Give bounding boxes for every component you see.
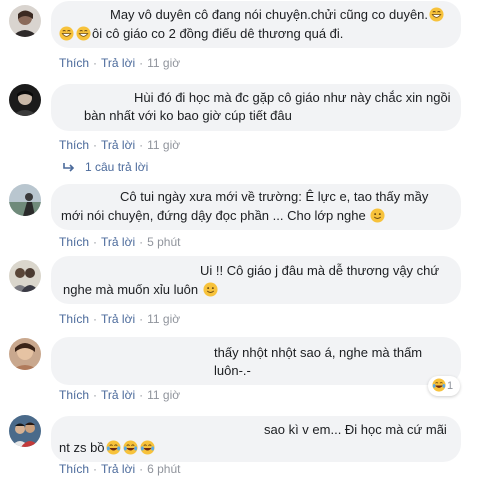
timestamp[interactable]: 11 giờ xyxy=(147,312,180,326)
comment-text: mới nói chuyện, đứng dậy đọc phần ... Ch… xyxy=(61,208,366,223)
comment-bubble: sao kì v em... Đi học mà cứ mãi nt zs bồ xyxy=(51,416,461,462)
like-link[interactable]: Thích xyxy=(59,388,89,402)
comment-text: Ui !! Cô giáo j đâu mà dễ thương vậy chứ xyxy=(200,263,440,278)
reply-link[interactable]: Trả lời xyxy=(101,388,135,402)
grinning-sweat-emoji-icon xyxy=(59,26,74,41)
comment-text: Cô tui ngày xưa mới về trường: Ê lực e, … xyxy=(120,189,429,204)
comment-bubble: Ui !! Cô giáo j đâu mà dễ thương vậy chứ… xyxy=(51,256,461,304)
reaction-count: 1 xyxy=(447,380,454,392)
like-link[interactable]: Thích xyxy=(59,312,89,326)
comment-bubble: thấy nhột nhột sao á, nghe mà thấm luôn-… xyxy=(51,337,461,385)
comment-text: nt zs bồ xyxy=(59,440,105,455)
comment-text: ôi cô giáo co 2 đồng điếu dê thương quá … xyxy=(92,26,344,41)
avatar[interactable] xyxy=(9,338,41,370)
comment-bubble: Cô tui ngày xưa mới về trường: Ê lực e, … xyxy=(51,184,461,230)
timestamp[interactable]: 11 giờ xyxy=(147,138,180,152)
comment-text: thấy nhột nhột sao á, nghe mà thấm xyxy=(214,345,423,360)
reply-link[interactable]: Trả lời xyxy=(101,312,135,326)
like-link[interactable]: Thích xyxy=(59,138,89,152)
tears-of-joy-emoji-icon xyxy=(140,440,155,455)
tears-of-joy-emoji-icon xyxy=(123,440,138,455)
comment-bubble: Hùi đó đi học mà đc gặp cô giáo như này … xyxy=(51,84,461,131)
timestamp[interactable]: 6 phút xyxy=(147,462,180,476)
timestamp[interactable]: 11 giờ xyxy=(147,56,180,70)
grinning-sweat-emoji-icon xyxy=(429,7,444,22)
reply-link[interactable]: Trả lời xyxy=(101,462,135,476)
smiling-emoji-icon xyxy=(203,282,218,297)
tears-of-joy-emoji-icon xyxy=(432,378,446,392)
comment-text: bàn nhất với ko bao giờ cúp tiết đâu xyxy=(84,108,292,123)
grinning-sweat-emoji-icon xyxy=(76,26,91,41)
comment-actions: Thích · Trả lời · 11 giờ xyxy=(59,312,181,326)
avatar[interactable] xyxy=(9,260,41,292)
like-link[interactable]: Thích xyxy=(59,235,89,249)
reply-link[interactable]: Trả lời xyxy=(101,56,135,70)
comment-actions: Thích · Trả lời · 11 giờ xyxy=(59,388,181,402)
avatar[interactable] xyxy=(9,84,41,116)
avatar[interactable] xyxy=(9,184,41,216)
comment-bubble: May vô duyên cô đang nói chuyện.chửi cũn… xyxy=(51,1,461,48)
comment-text: luôn-.- xyxy=(214,363,251,378)
avatar[interactable] xyxy=(9,5,41,37)
reply-link[interactable]: Trả lời xyxy=(101,138,135,152)
like-link[interactable]: Thích xyxy=(59,56,89,70)
comment-actions: Thích · Trả lời · 6 phút xyxy=(59,462,181,476)
timestamp[interactable]: 5 phút xyxy=(147,235,180,249)
reply-arrow-icon xyxy=(63,161,75,172)
timestamp[interactable]: 11 giờ xyxy=(147,388,180,402)
comment-text: May vô duyên cô đang nói chuyện.chửi cũn… xyxy=(110,7,429,22)
view-replies-link[interactable]: 1 câu trả lời xyxy=(63,160,148,174)
like-link[interactable]: Thích xyxy=(59,462,89,476)
comment-text: sao kì v em... Đi học mà cứ mãi xyxy=(264,422,447,437)
smiling-emoji-icon xyxy=(370,208,385,223)
comment-actions: Thích · Trả lời · 11 giờ xyxy=(59,138,181,152)
tears-of-joy-emoji-icon xyxy=(106,440,121,455)
reply-count[interactable]: 1 câu trả lời xyxy=(85,160,148,174)
avatar[interactable] xyxy=(9,415,41,447)
comment-text: nghe mà muốn xỉu luôn xyxy=(63,282,199,297)
reaction-badge[interactable]: 1 xyxy=(428,376,460,396)
comment-actions: Thích · Trả lời · 5 phút xyxy=(59,235,181,249)
comment-actions: Thích · Trả lời · 11 giờ xyxy=(59,56,181,70)
reply-link[interactable]: Trả lời xyxy=(101,235,135,249)
comment-text: Hùi đó đi học mà đc gặp cô giáo như này … xyxy=(134,90,451,105)
